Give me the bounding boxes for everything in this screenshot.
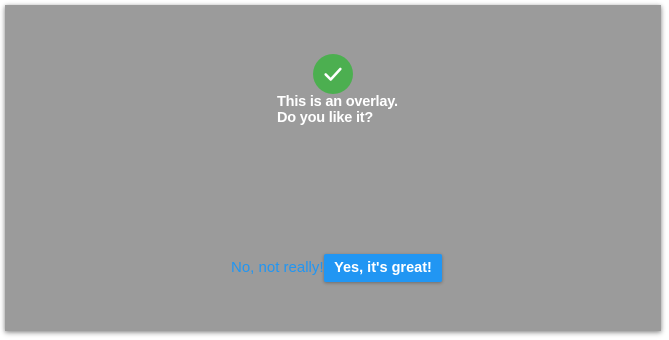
overlay-message: This is an overlay. Do you like it? <box>277 94 398 126</box>
overlay-message-line1: This is an overlay. <box>277 94 398 110</box>
accept-button[interactable]: Yes, it's great! <box>324 254 442 282</box>
decline-button[interactable]: No, not really! <box>231 259 324 277</box>
overlay-message-line2: Do you like it? <box>277 110 374 126</box>
checkmark-icon <box>324 67 342 81</box>
success-badge <box>313 54 353 94</box>
overlay-panel: This is an overlay. Do you like it? No, … <box>5 5 661 331</box>
